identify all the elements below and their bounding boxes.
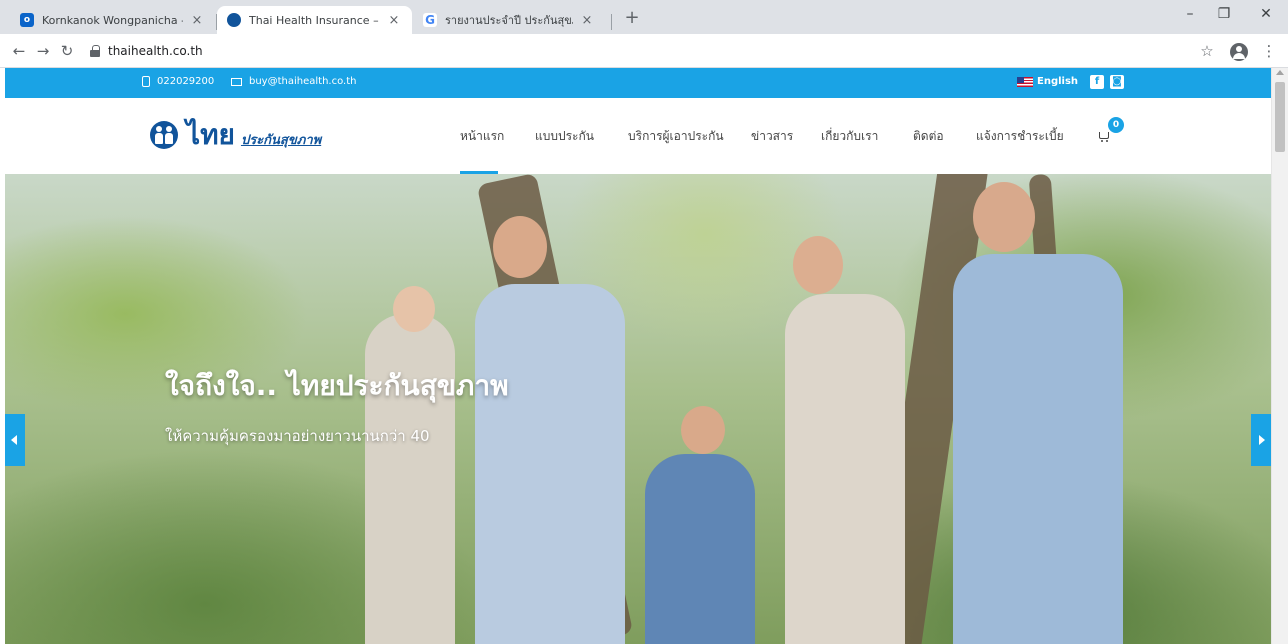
tab-title: Thai Health Insurance – ใจถึงใจ ไท bbox=[249, 14, 380, 27]
language-switch[interactable]: English bbox=[1017, 76, 1078, 87]
nav-news[interactable]: ข่าวสาร bbox=[751, 127, 793, 146]
nav-about[interactable]: เกี่ยวกับเรา bbox=[821, 127, 878, 146]
grandfather-head bbox=[973, 182, 1035, 252]
hero-title: ใจถึงใจ.. ไทยประกันสุขภาพ bbox=[165, 369, 509, 402]
page-viewport: 022029200 buy@thaihealth.co.th English f… bbox=[5, 68, 1271, 644]
window-close-icon[interactable]: ✕ bbox=[1256, 6, 1276, 22]
browser-tab-strip: o Kornkanok Wongpanicha - Outlo × Thai H… bbox=[0, 0, 1288, 34]
logo-sub-text: ประกันสุขภาพ bbox=[240, 132, 322, 148]
bookmark-star-icon[interactable]: ☆ bbox=[1198, 42, 1216, 60]
nav-plans[interactable]: แบบประกัน bbox=[535, 127, 594, 146]
email-contact[interactable]: buy@thaihealth.co.th bbox=[231, 76, 356, 87]
scroll-up-arrow-icon[interactable] bbox=[1276, 70, 1284, 75]
cart-icon[interactable] bbox=[1099, 132, 1109, 142]
minimize-icon[interactable]: – bbox=[1180, 6, 1200, 22]
email-address: buy@thaihealth.co.th bbox=[249, 76, 357, 87]
grandmother-head bbox=[393, 286, 435, 332]
google-icon: G bbox=[423, 13, 437, 27]
instagram-icon[interactable]: ◙ bbox=[1110, 75, 1124, 89]
back-arrow-icon[interactable]: ← bbox=[10, 42, 28, 60]
child-head bbox=[681, 406, 725, 454]
logo-main-text: ไทย bbox=[186, 118, 235, 151]
address-bar[interactable]: thaihealth.co.th bbox=[90, 39, 1180, 63]
slider-next-button[interactable] bbox=[1251, 414, 1271, 466]
slider-prev-button[interactable] bbox=[5, 414, 25, 466]
main-navbar: ไทย ประกันสุขภาพ หน้าแรก แบบประกัน บริกา… bbox=[5, 98, 1271, 174]
profile-avatar-icon[interactable] bbox=[1230, 43, 1248, 61]
reload-icon[interactable]: ↻ bbox=[58, 42, 76, 60]
tab-title: Kornkanok Wongpanicha - Outlo bbox=[42, 13, 183, 27]
nav-home[interactable]: หน้าแรก bbox=[460, 127, 504, 146]
site-logo[interactable]: ไทย ประกันสุขภาพ bbox=[150, 120, 321, 150]
url-text: thaihealth.co.th bbox=[108, 44, 203, 58]
more-menu-icon[interactable]: ⋮ bbox=[1260, 42, 1278, 60]
lock-icon bbox=[90, 45, 100, 57]
maximize-icon[interactable]: ❐ bbox=[1214, 6, 1234, 22]
phone-contact[interactable]: 022029200 bbox=[142, 76, 214, 87]
browser-tab-outlook[interactable]: o Kornkanok Wongpanicha - Outlo × bbox=[10, 6, 215, 34]
tab-close-icon[interactable]: × bbox=[386, 13, 402, 28]
contact-bar: 022029200 buy@thaihealth.co.th English f… bbox=[5, 68, 1271, 98]
tab-separator bbox=[611, 14, 612, 30]
forward-arrow-icon[interactable]: → bbox=[34, 42, 52, 60]
browser-toolbar: ← → ↻ thaihealth.co.th ☆ ⋮ bbox=[0, 34, 1288, 68]
hero-slider: ใจถึงใจ.. ไทยประกันสุขภาพ ให้ความคุ้มครอ… bbox=[5, 174, 1271, 644]
mail-icon bbox=[231, 77, 242, 86]
browser-tab-google[interactable]: G รายงานประจำปี ประกันสุขภาพ 2563 - × bbox=[413, 6, 605, 34]
mother-figure bbox=[785, 294, 905, 644]
uk-flag-icon bbox=[1017, 76, 1033, 87]
outlook-icon: o bbox=[20, 13, 34, 27]
mother-head bbox=[793, 236, 843, 294]
page-scrollbar[interactable] bbox=[1271, 68, 1288, 644]
facebook-icon[interactable]: f bbox=[1090, 75, 1104, 89]
logo-emblem-icon bbox=[150, 121, 178, 149]
tab-title: รายงานประจำปี ประกันสุขภาพ 2563 - bbox=[445, 14, 573, 27]
nav-contact[interactable]: ติดต่อ bbox=[913, 127, 944, 146]
grandfather-figure bbox=[953, 254, 1123, 644]
nav-payment-notice[interactable]: แจ้งการชำระเบี้ย bbox=[976, 127, 1064, 146]
scrollbar-thumb[interactable] bbox=[1275, 82, 1285, 152]
tab-close-icon[interactable]: × bbox=[579, 13, 595, 28]
nav-policyholder-services[interactable]: บริการผู้เอาประกัน bbox=[628, 127, 724, 146]
hero-subtitle: ให้ความคุ้มครองมาอย่างยาวนานกว่า 40 bbox=[165, 427, 430, 445]
new-tab-button[interactable]: + bbox=[622, 8, 642, 28]
browser-tab-thaihealth[interactable]: Thai Health Insurance – ใจถึงใจ ไท × bbox=[217, 6, 412, 34]
father-figure bbox=[475, 284, 625, 644]
tab-close-icon[interactable]: × bbox=[189, 13, 205, 28]
phone-number: 022029200 bbox=[157, 76, 215, 87]
cart-count-badge: 0 bbox=[1108, 117, 1124, 133]
child-figure bbox=[645, 454, 755, 644]
language-label: English bbox=[1037, 76, 1079, 87]
phone-icon bbox=[142, 76, 150, 87]
father-head bbox=[493, 216, 547, 278]
thaihealth-icon bbox=[227, 13, 241, 27]
